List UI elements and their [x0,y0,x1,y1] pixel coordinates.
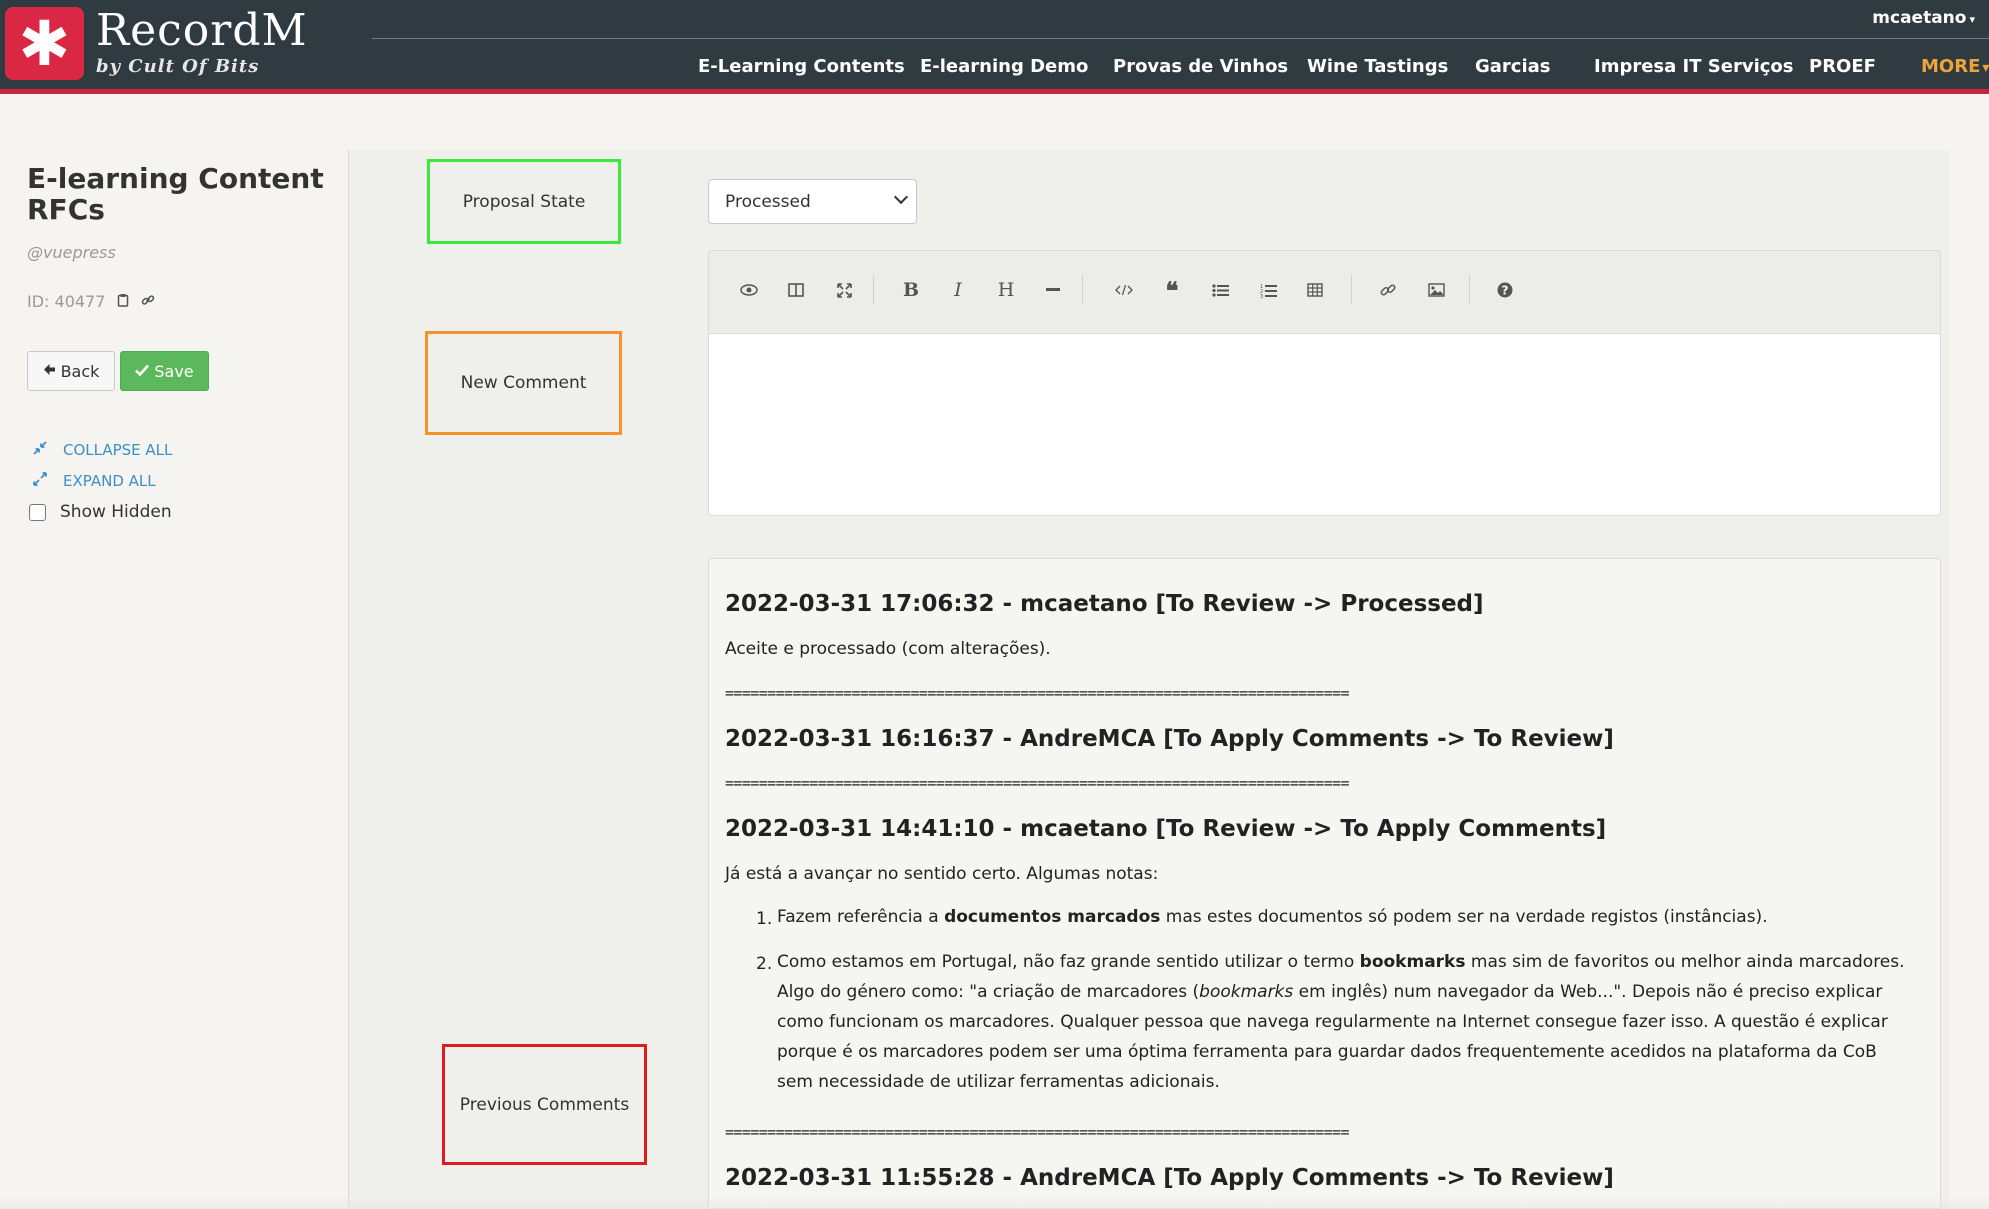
comment-body: Aceite e processado (com alterações). [725,639,1051,659]
nav-item-provas-de-vinhos[interactable]: Provas de Vinhos [1113,56,1288,77]
preview-icon[interactable] [733,275,765,305]
definition-handle: @vuepress [27,243,116,262]
nav-item-proef[interactable]: PROEF [1809,56,1876,77]
toolbar-separator [1082,275,1083,305]
save-button[interactable]: Save [120,351,209,391]
nav-item-e-learning-demo[interactable]: E-learning Demo [920,56,1088,77]
markdown-toolbar: B I H ❝ 123 ? [708,250,1941,332]
list-item-bold: bookmarks [1359,952,1466,972]
caret-down-icon: ▾ [1982,60,1989,76]
list-item-number: 1. [756,909,773,929]
proposal-state-value: Processed [725,191,811,212]
list-item-italic: bookmarks [1199,982,1294,1002]
top-navbar: ✱ RecordM by Cult Of Bits mcaetano ▾ E-Le… [0,0,1989,94]
app-name[interactable]: RecordM [96,5,308,56]
back-button[interactable]: Back [27,351,115,391]
link-icon[interactable] [141,293,155,311]
list-item-text: Fazem referência a [777,907,945,927]
instance-id: ID: 40477 [27,292,155,311]
list-item: Fazem referência a documentos marcados m… [777,902,1912,932]
collapse-all-label: COLLAPSE ALL [63,441,173,459]
compress-icon [33,441,63,459]
nav-more-label: MORE [1921,56,1981,77]
expand-all-link[interactable]: EXPAND ALL [33,472,156,490]
back-button-label: Back [60,361,100,381]
nav-item-impresa-it-servicos[interactable]: Impresa IT Serviços [1594,56,1794,77]
comment-separator: ========================================… [725,774,1349,792]
ordered-list-icon[interactable]: 123 [1252,275,1284,305]
help-icon[interactable]: ? [1489,275,1521,305]
svg-text:3: 3 [1260,294,1263,298]
previous-comments-label: Previous Comments [459,1094,630,1115]
page-bottom-fade [0,1195,1989,1209]
image-icon[interactable] [1420,275,1452,305]
unordered-list-icon[interactable] [1204,275,1236,305]
show-hidden-checkbox[interactable] [29,503,46,521]
chevron-down-icon [893,189,909,205]
comment-header: 2022-03-31 14:41:10 - mcaetano [To Revie… [725,816,1607,842]
proposal-state-annotation: Proposal State [427,159,621,244]
code-icon[interactable] [1108,275,1140,305]
nav-item-e-learning-contents[interactable]: E-Learning Contents [698,56,905,77]
list-item-text: Como estamos em Portugal, não faz grande… [777,952,1360,972]
comment-separator: ========================================… [725,684,1349,702]
list-item-bold: documentos marcados [944,907,1161,927]
show-hidden-toggle[interactable]: Show Hidden [29,502,172,522]
svg-text:?: ? [1502,284,1509,298]
arrow-left-icon [43,362,56,380]
check-icon [135,362,150,380]
collapse-all-link[interactable]: COLLAPSE ALL [33,441,172,459]
page-title: E-learning Content RFCs [27,162,324,226]
save-button-label: Save [154,361,194,381]
list-item: Como estamos em Portugal, não faz grande… [777,947,1912,1097]
new-comment-annotation: New Comment [425,331,622,435]
nav-item-wine-tastings[interactable]: Wine Tastings [1307,56,1448,77]
quote-icon[interactable]: ❝ [1156,275,1188,305]
horizontal-rule-icon[interactable] [1037,275,1069,305]
list-item-text: mas estes documentos só podem ser na ver… [1160,907,1768,927]
heading-icon[interactable]: H [990,275,1022,305]
previous-comments-annotation: Previous Comments [442,1044,647,1165]
table-icon[interactable] [1299,275,1331,305]
new-comment-label: New Comment [460,373,587,393]
nav-more-menu[interactable]: MORE ▾ [1921,56,1989,77]
main-nav: E-Learning Contents E-learning Demo Prov… [0,56,1989,86]
fullscreen-icon[interactable] [828,275,860,305]
link-icon[interactable] [1372,275,1404,305]
show-hidden-label: Show Hidden [60,502,172,522]
comment-separator: ========================================… [725,1123,1349,1141]
italic-icon[interactable]: I [942,275,974,305]
caret-down-icon: ▾ [1969,13,1975,26]
toolbar-separator [873,275,874,305]
side-by-side-icon[interactable] [780,275,812,305]
comment-header: 2022-03-31 11:55:28 - AndreMCA [To Apply… [725,1165,1614,1191]
comment-header: 2022-03-31 16:16:37 - AndreMCA [To Apply… [725,726,1614,752]
nav-item-garcias[interactable]: Garcias [1475,56,1551,77]
bold-icon[interactable]: B [895,275,927,305]
toolbar-separator [1351,275,1352,305]
proposal-state-label: Proposal State [462,191,586,212]
previous-comments-panel: 2022-03-31 17:06:32 - mcaetano [To Revie… [708,558,1941,1209]
proposal-state-select[interactable]: Processed [708,179,917,224]
expand-all-label: EXPAND ALL [63,472,156,490]
toolbar-separator [1469,275,1470,305]
instance-id-label: ID: 40477 [27,292,106,311]
user-name: mcaetano [1872,8,1967,28]
list-item-number: 2. [756,954,773,974]
user-menu[interactable]: mcaetano ▾ [1872,8,1975,28]
comment-header: 2022-03-31 17:06:32 - mcaetano [To Revie… [725,591,1484,617]
clipboard-icon[interactable] [117,293,129,311]
new-comment-editor[interactable] [708,333,1941,516]
comment-body: Já está a avançar no sentido certo. Algu… [725,864,1159,884]
expand-icon [33,472,63,490]
navbar-divider [372,38,1989,39]
